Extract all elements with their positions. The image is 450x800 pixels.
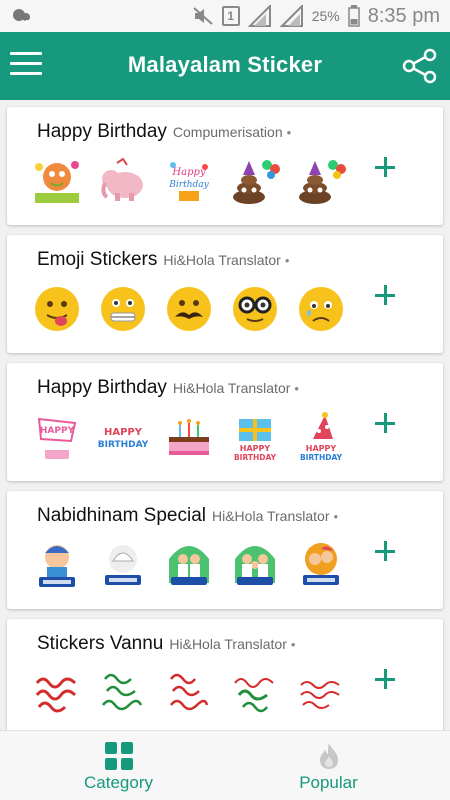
birthday-cake-icon xyxy=(163,411,215,463)
poop-balloons-icon xyxy=(295,155,347,207)
svg-text:HAPPY: HAPPY xyxy=(40,426,75,436)
svg-text:BIRTHDAY: BIRTHDAY xyxy=(98,440,149,450)
braces-emoji-icon xyxy=(97,283,149,335)
svg-text:HAPPY: HAPPY xyxy=(240,444,271,453)
tab-popular-label: Popular xyxy=(299,773,358,792)
status-right: 1 25% 8:35 pm xyxy=(192,4,440,28)
family-greeting-icon xyxy=(229,539,281,591)
sticker-pack-card[interactable]: Nabidhinam Special Hi&Hola Translator • xyxy=(7,491,443,609)
pack-dot: • xyxy=(284,253,290,268)
sticker-preview-row xyxy=(31,283,347,335)
battery-percent: 25% xyxy=(311,8,340,24)
malayalam-text-red-icon xyxy=(163,667,215,719)
happy-birthday-cake-icon: HAPPY xyxy=(31,411,83,463)
elephant-icon xyxy=(97,155,149,207)
tab-popular[interactable]: Popular xyxy=(216,731,441,800)
cartoon-cat-icon xyxy=(31,155,83,207)
tongue-emoji-icon xyxy=(31,283,83,335)
svg-text:BIRTHDAY: BIRTHDAY xyxy=(300,453,343,462)
pack-title: Happy Birthday xyxy=(37,121,167,142)
page-title: Malayalam Sticker xyxy=(127,52,323,77)
pack-author: Hi&Hola Translator xyxy=(172,380,291,396)
svg-text:HAPPY: HAPPY xyxy=(306,444,337,453)
pack-dot: • xyxy=(333,509,339,524)
kid-greeting-icon xyxy=(31,539,83,591)
svg-text:Happy: Happy xyxy=(171,167,205,178)
happy-birthday-text-icon: Happy Birthday xyxy=(163,155,215,207)
malayalam-text-red-icon xyxy=(295,667,347,719)
sticker-preview-row xyxy=(31,667,347,719)
app-bar: Malayalam Sticker xyxy=(0,32,450,100)
kids-greeting-icon xyxy=(295,539,347,591)
malayalam-text-red-icon xyxy=(31,667,83,719)
mustache-emoji-icon xyxy=(163,283,215,335)
glasses-emoji-icon xyxy=(229,283,281,335)
pack-title: Nabidhinam Special xyxy=(37,505,206,526)
pack-author: Hi&Hola Translator xyxy=(169,636,287,652)
tab-category-label: Category xyxy=(84,773,153,792)
bottom-navigation: Category Popular xyxy=(0,730,450,800)
pack-title: Emoji Stickers xyxy=(37,249,158,270)
sticker-pack-card[interactable]: Stickers Vannu Hi&Hola Translator • xyxy=(7,619,443,730)
share-icon[interactable] xyxy=(400,46,440,86)
add-pack-button[interactable] xyxy=(369,663,401,695)
malayalam-text-green-icon xyxy=(97,667,149,719)
pack-title: Stickers Vannu xyxy=(37,633,164,654)
party-hat-icon: HAPPY BIRTHDAY xyxy=(295,411,347,463)
pack-dot: • xyxy=(286,125,292,140)
pack-author: Compumerisation xyxy=(172,124,283,140)
sticker-pack-card[interactable]: Emoji Stickers Hi&Hola Translator • xyxy=(7,235,443,353)
poop-balloons-icon xyxy=(229,155,281,207)
add-pack-button[interactable] xyxy=(369,279,401,311)
clock: 8:35 pm xyxy=(367,4,440,27)
grid-icon xyxy=(105,742,133,770)
signal-icon-2 xyxy=(279,5,303,27)
svg-text:HAPPY: HAPPY xyxy=(104,427,143,438)
signal-icon xyxy=(247,5,271,27)
tab-category[interactable]: Category xyxy=(6,731,231,800)
mosque-greeting-icon xyxy=(97,539,149,591)
notification-icon xyxy=(13,9,30,24)
add-pack-button[interactable] xyxy=(369,535,401,567)
sticker-pack-list[interactable]: Happy Birthday Compumerisation • Happy Birt… xyxy=(0,100,450,730)
pack-title: Happy Birthday xyxy=(37,377,167,398)
fire-icon xyxy=(320,743,338,769)
battery-icon xyxy=(347,5,360,27)
add-pack-button[interactable] xyxy=(369,151,401,183)
pack-author: Hi&Hola Translator xyxy=(163,252,281,268)
malayalam-text-green-icon xyxy=(229,667,281,719)
svg-text:Birthday: Birthday xyxy=(168,180,209,190)
sticker-pack-card[interactable]: Happy Birthday Compumerisation • Happy Birt… xyxy=(7,107,443,225)
pack-dot: • xyxy=(294,381,299,396)
sticker-preview-row: Happy Birthday xyxy=(31,155,347,207)
add-pack-button[interactable] xyxy=(369,407,401,439)
sad-emoji-icon xyxy=(295,283,347,335)
family-greeting-icon xyxy=(163,539,215,591)
gift-box-icon: HAPPY BIRTHDAY xyxy=(229,411,281,463)
sim-icon: 1 xyxy=(221,6,240,26)
mute-icon xyxy=(193,7,213,25)
pack-author: Hi&Hola Translator xyxy=(212,508,330,524)
happy-birthday-text-icon: HAPPY BIRTHDAY xyxy=(97,411,149,463)
svg-text:BIRTHDAY: BIRTHDAY xyxy=(234,453,277,462)
status-bar: 1 25% 8:35 pm xyxy=(0,0,450,32)
sticker-preview-row: HAPPY HAPPY BIRTHDAY HAPPY BIRTHDAY HAPPY B… xyxy=(31,411,347,463)
pack-dot: • xyxy=(290,637,296,652)
sticker-preview-row xyxy=(31,539,347,591)
sticker-pack-card[interactable]: Happy Birthday Hi&Hola Translator • HAPPY … xyxy=(7,363,443,481)
